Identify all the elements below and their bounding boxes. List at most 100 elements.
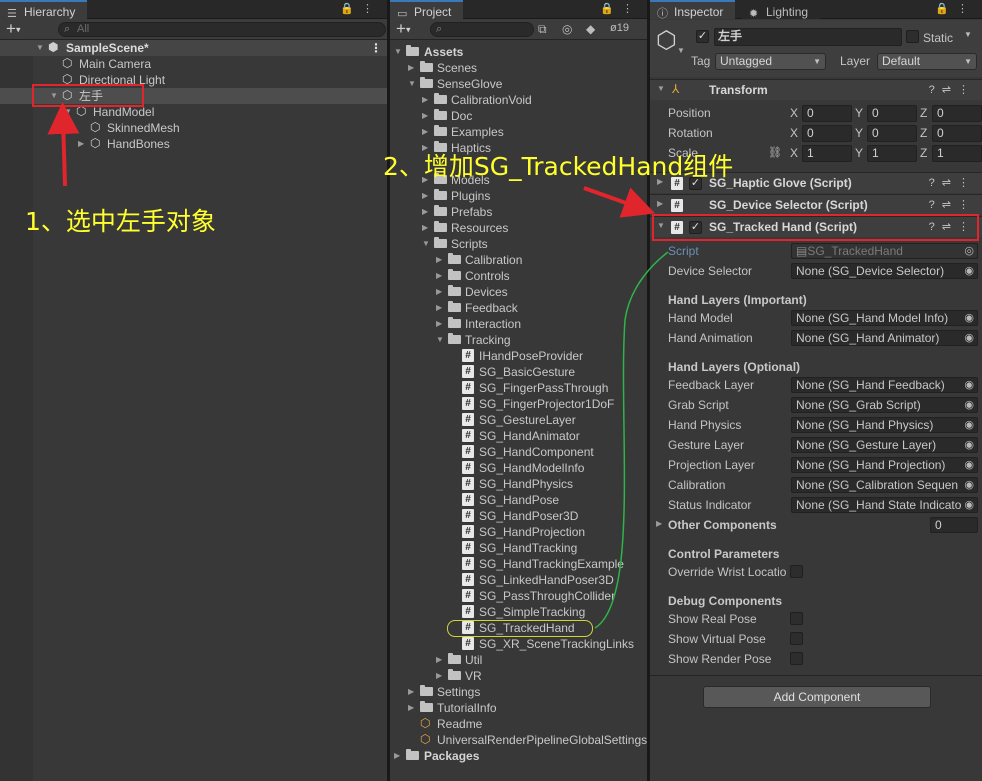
icon-dropdown-arrow[interactable]: ▼ — [677, 46, 685, 55]
expand-arrow-icon[interactable]: ▼ — [657, 84, 665, 93]
axis-z-label[interactable]: Z — [920, 126, 927, 140]
inspector-tab-menu[interactable]: 🔒⋮ — [935, 2, 976, 15]
assets-folder[interactable]: ▼ Assets — [390, 44, 647, 60]
object-reference-field[interactable]: None (SG_Hand Animator) ◉ — [791, 330, 978, 346]
create-button[interactable]: +▾ — [396, 20, 410, 39]
label-filter-icon[interactable]: ◆ — [586, 22, 595, 36]
tab-project[interactable]: ▭ Project — [390, 0, 464, 20]
folder-item[interactable]: ▶ VR — [390, 668, 647, 684]
transform-scale-x-field[interactable]: 1 — [802, 145, 852, 162]
collapse-arrow-icon[interactable]: ▶ — [78, 136, 84, 152]
folder-item[interactable]: ▶ Settings — [390, 684, 647, 700]
axis-x-label[interactable]: X — [790, 126, 798, 140]
axis-z-label[interactable]: Z — [920, 106, 927, 120]
object-picker-icon[interactable]: ◉ — [964, 378, 974, 392]
hierarchy-item[interactable]: ⬡ SkinnedMesh — [0, 120, 387, 136]
collapse-arrow-icon[interactable]: ▶ — [436, 668, 442, 684]
object-picker-icon[interactable]: ◉ — [964, 498, 974, 512]
folder-item[interactable]: ▶ Feedback — [390, 300, 647, 316]
scene-menu-icon[interactable]: ⋮ — [370, 40, 382, 56]
script-asset-item[interactable]: # SG_HandTracking — [390, 540, 647, 556]
axis-x-label[interactable]: X — [790, 106, 798, 120]
object-picker-icon[interactable]: ◉ — [964, 264, 974, 278]
expand-arrow-icon[interactable]: ▼ — [436, 332, 444, 348]
other-components-count[interactable]: 0 — [930, 517, 978, 533]
script-asset-item[interactable]: # SG_FingerPassThrough — [390, 380, 647, 396]
script-asset-item[interactable]: # SG_HandTrackingExample — [390, 556, 647, 572]
transform-rotation-y-field[interactable]: 0 — [867, 125, 917, 142]
show-render-pose-checkbox[interactable] — [790, 652, 803, 665]
script-asset-item[interactable]: # SG_SimpleTracking — [390, 604, 647, 620]
expand-arrow-icon[interactable]: ▼ — [408, 76, 416, 92]
sg-device-selector-header[interactable]: ▶ # SG_Device Selector (Script) ?⇌⋮ — [650, 194, 982, 215]
object-picker-icon[interactable]: ◉ — [964, 331, 974, 345]
scene-row[interactable]: ▼ ⬢ SampleScene* ⋮ — [0, 40, 387, 56]
collapse-arrow-icon[interactable]: ▶ — [657, 199, 663, 208]
collapse-arrow-icon[interactable]: ▶ — [436, 300, 442, 316]
static-dropdown-arrow[interactable]: ▼ — [964, 30, 972, 39]
type-filter-icon[interactable]: ◎ — [562, 22, 572, 36]
script-asset-item[interactable]: # SG_XR_SceneTrackingLinks — [390, 636, 647, 652]
transform-position-y-field[interactable]: 0 — [867, 105, 917, 122]
folder-item[interactable]: ▶ Prefabs — [390, 204, 647, 220]
collapse-arrow-icon[interactable]: ▶ — [408, 684, 414, 700]
tab-inspector[interactable]: ⓘ Inspector — [650, 0, 736, 20]
folder-item[interactable]: ▶ Examples — [390, 124, 647, 140]
object-picker-icon[interactable]: ◉ — [964, 438, 974, 452]
search-filter-icon[interactable]: ⧉ — [538, 22, 547, 37]
folder-item[interactable]: ▼ Tracking — [390, 332, 647, 348]
object-picker-icon[interactable]: ◉ — [964, 458, 974, 472]
folder-item[interactable]: ▶ Util — [390, 652, 647, 668]
folder-item[interactable]: ▶ Plugins — [390, 188, 647, 204]
collapse-arrow-icon[interactable]: ▶ — [422, 188, 428, 204]
other-components-foldout[interactable]: Other Components — [668, 517, 777, 533]
object-picker-icon[interactable]: ◉ — [964, 478, 974, 492]
script-asset-item[interactable]: # SG_BasicGesture — [390, 364, 647, 380]
collapse-arrow-icon[interactable]: ▶ — [436, 268, 442, 284]
object-reference-field[interactable]: None (SG_Grab Script) ◉ — [791, 397, 978, 413]
script-asset-item[interactable]: # IHandPoseProvider — [390, 348, 647, 364]
object-reference-field[interactable]: None (SG_Hand Physics) ◉ — [791, 417, 978, 433]
transform-position-x-field[interactable]: 0 — [802, 105, 852, 122]
collapse-arrow-icon[interactable]: ▶ — [394, 748, 400, 764]
create-button[interactable]: +▾ — [6, 20, 20, 39]
asset-item[interactable]: ⬡ Readme — [390, 716, 647, 732]
packages-folder[interactable]: ▶ Packages — [390, 748, 647, 764]
object-reference-field[interactable]: None (SG_Hand Feedback) ◉ — [791, 377, 978, 393]
expand-arrow-icon[interactable]: ▼ — [36, 40, 44, 56]
object-picker-icon[interactable]: ◉ — [964, 418, 974, 432]
override-wrist-checkbox[interactable] — [790, 565, 803, 578]
tab-lighting[interactable]: ✹ Lighting — [742, 0, 821, 20]
add-component-button[interactable]: Add Component — [703, 686, 931, 708]
object-reference-field[interactable]: None (SG_Hand Model Info) ◉ — [791, 310, 978, 326]
tag-dropdown[interactable]: Untagged — [715, 53, 826, 70]
hierarchy-tab-menu[interactable]: 🔒⋮ — [340, 2, 381, 15]
object-reference-field[interactable]: None (SG_Hand Projection) ◉ — [791, 457, 978, 473]
collapse-arrow-icon[interactable]: ▶ — [422, 92, 428, 108]
collapse-arrow-icon[interactable]: ▶ — [422, 220, 428, 236]
axis-y-label[interactable]: Y — [855, 126, 863, 140]
folder-item[interactable]: ▶ Doc — [390, 108, 647, 124]
script-asset-item[interactable]: # SG_PassThroughCollider — [390, 588, 647, 604]
folder-item[interactable]: ▶ Scenes — [390, 60, 647, 76]
axis-y-label[interactable]: Y — [855, 106, 863, 120]
folder-item[interactable]: ▶ Calibration — [390, 252, 647, 268]
hidden-packages-toggle[interactable]: ø19 — [610, 22, 629, 34]
axis-z-label[interactable]: Z — [920, 146, 927, 160]
collapse-arrow-icon[interactable]: ▶ — [422, 124, 428, 140]
collapse-arrow-icon[interactable]: ▶ — [436, 316, 442, 332]
folder-item[interactable]: ▶ Resources — [390, 220, 647, 236]
script-asset-item[interactable]: # SG_HandPose — [390, 492, 647, 508]
object-name-field[interactable]: 左手 — [714, 28, 902, 46]
script-asset-item[interactable]: # SG_GestureLayer — [390, 412, 647, 428]
collapse-arrow-icon[interactable]: ▶ — [422, 204, 428, 220]
tab-hierarchy[interactable]: ☰ Hierarchy — [0, 0, 88, 20]
folder-item[interactable]: ▶ TutorialInfo — [390, 700, 647, 716]
hierarchy-item[interactable]: ⬡ Main Camera — [0, 56, 387, 72]
script-asset-item[interactable]: # SG_HandPhysics — [390, 476, 647, 492]
folder-item[interactable]: ▼ SenseGlove — [390, 76, 647, 92]
collapse-arrow-icon[interactable]: ▶ — [436, 652, 442, 668]
layer-dropdown[interactable]: Default — [877, 53, 977, 70]
collapse-arrow-icon[interactable]: ▶ — [422, 108, 428, 124]
collapse-arrow-icon[interactable]: ▶ — [408, 60, 414, 76]
